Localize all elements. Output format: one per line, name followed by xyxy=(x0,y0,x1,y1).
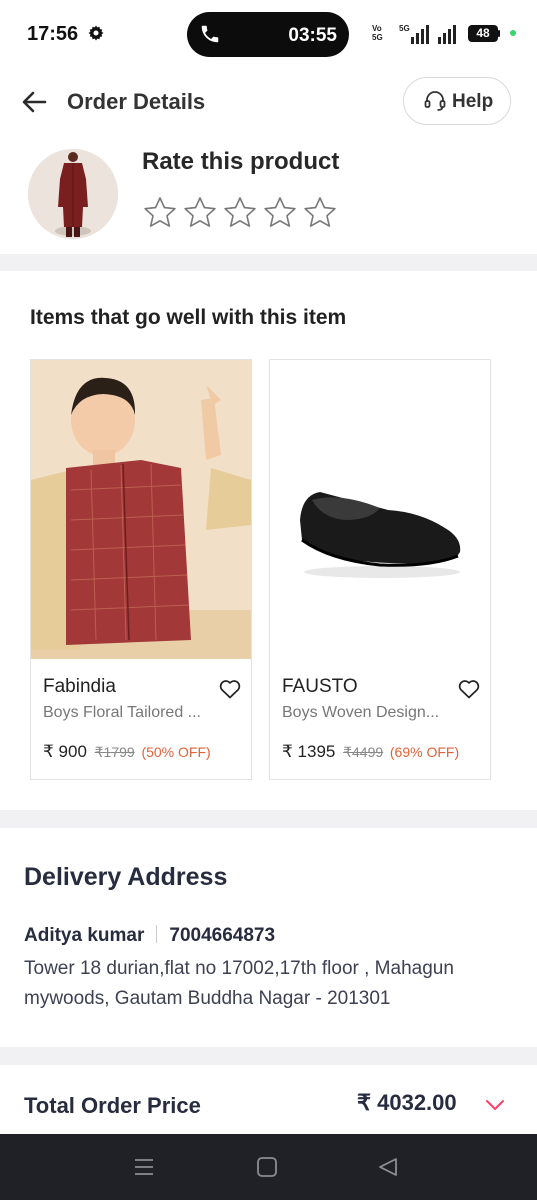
address-line-1: Tower 18 durian,flat no 17002,17th floor… xyxy=(24,958,454,979)
headset-icon xyxy=(423,89,447,118)
section-divider xyxy=(0,1047,537,1065)
signal-5g-icon: 5G xyxy=(399,23,433,50)
recipient-name: Aditya kumar xyxy=(24,925,145,946)
back-triangle-icon[interactable] xyxy=(377,1156,399,1183)
total-order-price-label: Total Order Price xyxy=(24,1093,201,1118)
product-image-loafer xyxy=(270,360,490,659)
product-card[interactable]: Fabindia Boys Floral Tailored ... ₹ 900 … xyxy=(30,359,252,780)
product-price: ₹ 900 xyxy=(43,742,87,761)
home-icon[interactable] xyxy=(256,1156,278,1183)
page-title: Order Details xyxy=(67,89,206,114)
chevron-down-icon[interactable] xyxy=(485,1098,505,1117)
ongoing-call-pill[interactable]: 03:55 xyxy=(187,12,349,57)
recommendations-title: Items that go well with this item xyxy=(30,306,347,329)
product-price-row: ₹ 1395 ₹4499 (69% OFF) xyxy=(282,742,459,762)
svg-text:5G: 5G xyxy=(399,24,410,33)
star-1-icon[interactable] xyxy=(142,195,178,236)
product-price-row: ₹ 900 ₹1799 (50% OFF) xyxy=(43,742,211,762)
product-mrp: ₹1799 xyxy=(94,744,135,760)
total-order-price-value[interactable]: ₹ 4032.00 xyxy=(357,1090,457,1116)
signal-bars-icon xyxy=(438,23,462,50)
settings-gear-icon xyxy=(88,25,104,46)
back-arrow-icon[interactable] xyxy=(20,88,48,121)
star-5-icon[interactable] xyxy=(302,195,338,236)
wishlist-heart-icon[interactable] xyxy=(458,679,480,704)
product-mrp: ₹4499 xyxy=(343,744,384,760)
product-brand: Fabindia xyxy=(43,676,116,697)
call-timer: 03:55 xyxy=(288,25,337,46)
phone-icon xyxy=(199,23,221,50)
product-discount: (69% OFF) xyxy=(389,744,460,760)
recipient-phone: 7004664873 xyxy=(169,925,276,946)
battery-tip xyxy=(498,30,500,37)
ordered-product-thumbnail[interactable] xyxy=(28,149,118,239)
battery-icon: 48 xyxy=(468,25,498,42)
product-price: ₹ 1395 xyxy=(282,742,336,761)
product-image-kurta-jacket xyxy=(31,360,251,659)
help-button[interactable]: Help xyxy=(403,77,511,125)
product-card[interactable]: FAUSTO Boys Woven Design... ₹ 1395 ₹4499… xyxy=(269,359,491,780)
product-description: Boys Floral Tailored ... xyxy=(43,704,201,721)
star-3-icon[interactable] xyxy=(222,195,258,236)
product-description: Boys Woven Design... xyxy=(282,704,440,721)
help-label: Help xyxy=(452,91,494,112)
recipient-row: Aditya kumar 7004664873 xyxy=(24,925,275,947)
status-bar: 17:56 03:55 Vo 5G 5G 48 xyxy=(0,0,537,70)
sherwani-image xyxy=(28,149,118,239)
status-time: 17:56 xyxy=(27,23,79,45)
address-line-2: mywoods, Gautam Buddha Nagar - 201301 xyxy=(24,988,391,1009)
section-divider xyxy=(0,254,537,271)
rate-product-title: Rate this product xyxy=(142,148,340,175)
name-phone-separator xyxy=(156,925,158,943)
privacy-dot xyxy=(510,30,516,36)
product-discount: (50% OFF) xyxy=(141,744,211,760)
star-4-icon[interactable] xyxy=(262,195,298,236)
volte-indicator: Vo 5G xyxy=(372,24,383,42)
star-2-icon[interactable] xyxy=(182,195,218,236)
section-divider xyxy=(0,810,537,828)
delivery-address-heading: Delivery Address xyxy=(24,863,228,891)
system-navigation-bar xyxy=(0,1134,537,1200)
recent-apps-icon[interactable] xyxy=(133,1156,155,1183)
product-brand: FAUSTO xyxy=(282,676,358,697)
wishlist-heart-icon[interactable] xyxy=(219,679,241,704)
